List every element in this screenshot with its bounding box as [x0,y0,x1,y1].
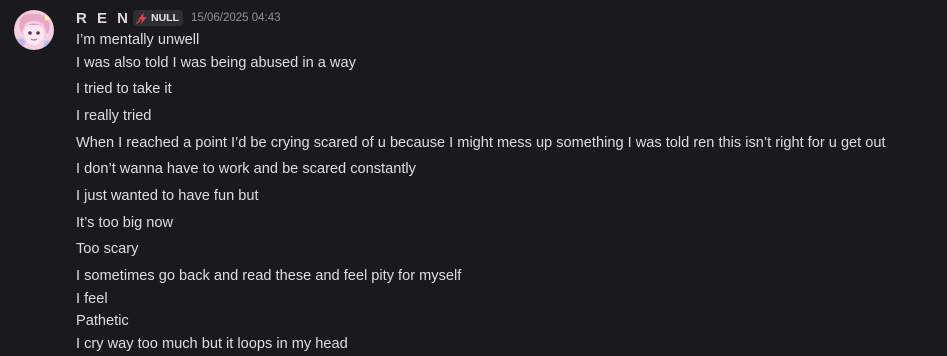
message-line: I just wanted to have fun but [76,188,259,204]
message-line: Pathetic [76,313,129,329]
message-line: I sometimes go back and read these and f… [76,268,462,284]
message-line: I was also told I was being abused in a … [76,55,356,71]
message-line: When I reached a point I’d be crying sca… [76,135,886,151]
message-line: I feel [76,291,108,307]
message-timestamp[interactable]: 15/06/2025 04:43 [191,12,281,24]
author-name[interactable]: R E N [76,10,131,27]
guild-tag[interactable]: NULL [133,10,184,26]
message-header: R E N NULL 15/06/2025 04:43 [76,8,281,28]
message-line: I cry way too much but it loops in my he… [76,336,348,352]
guild-tag-label: NULL [151,12,180,24]
message-line: It’s too big now [76,215,174,231]
lightning-bolt-icon [136,11,147,25]
message-line: Too scary [76,241,139,257]
message-line: I really tried [76,108,152,124]
message-line: I tried to take it [76,81,172,97]
message-line: I’m mentally unwell [76,32,200,48]
avatar-image [14,10,54,50]
message-group: R E N NULL 15/06/2025 04:43 I’m mentally… [0,0,947,356]
message-line: I don’t wanna have to work and be scared… [76,161,416,177]
user-avatar[interactable] [14,10,54,50]
